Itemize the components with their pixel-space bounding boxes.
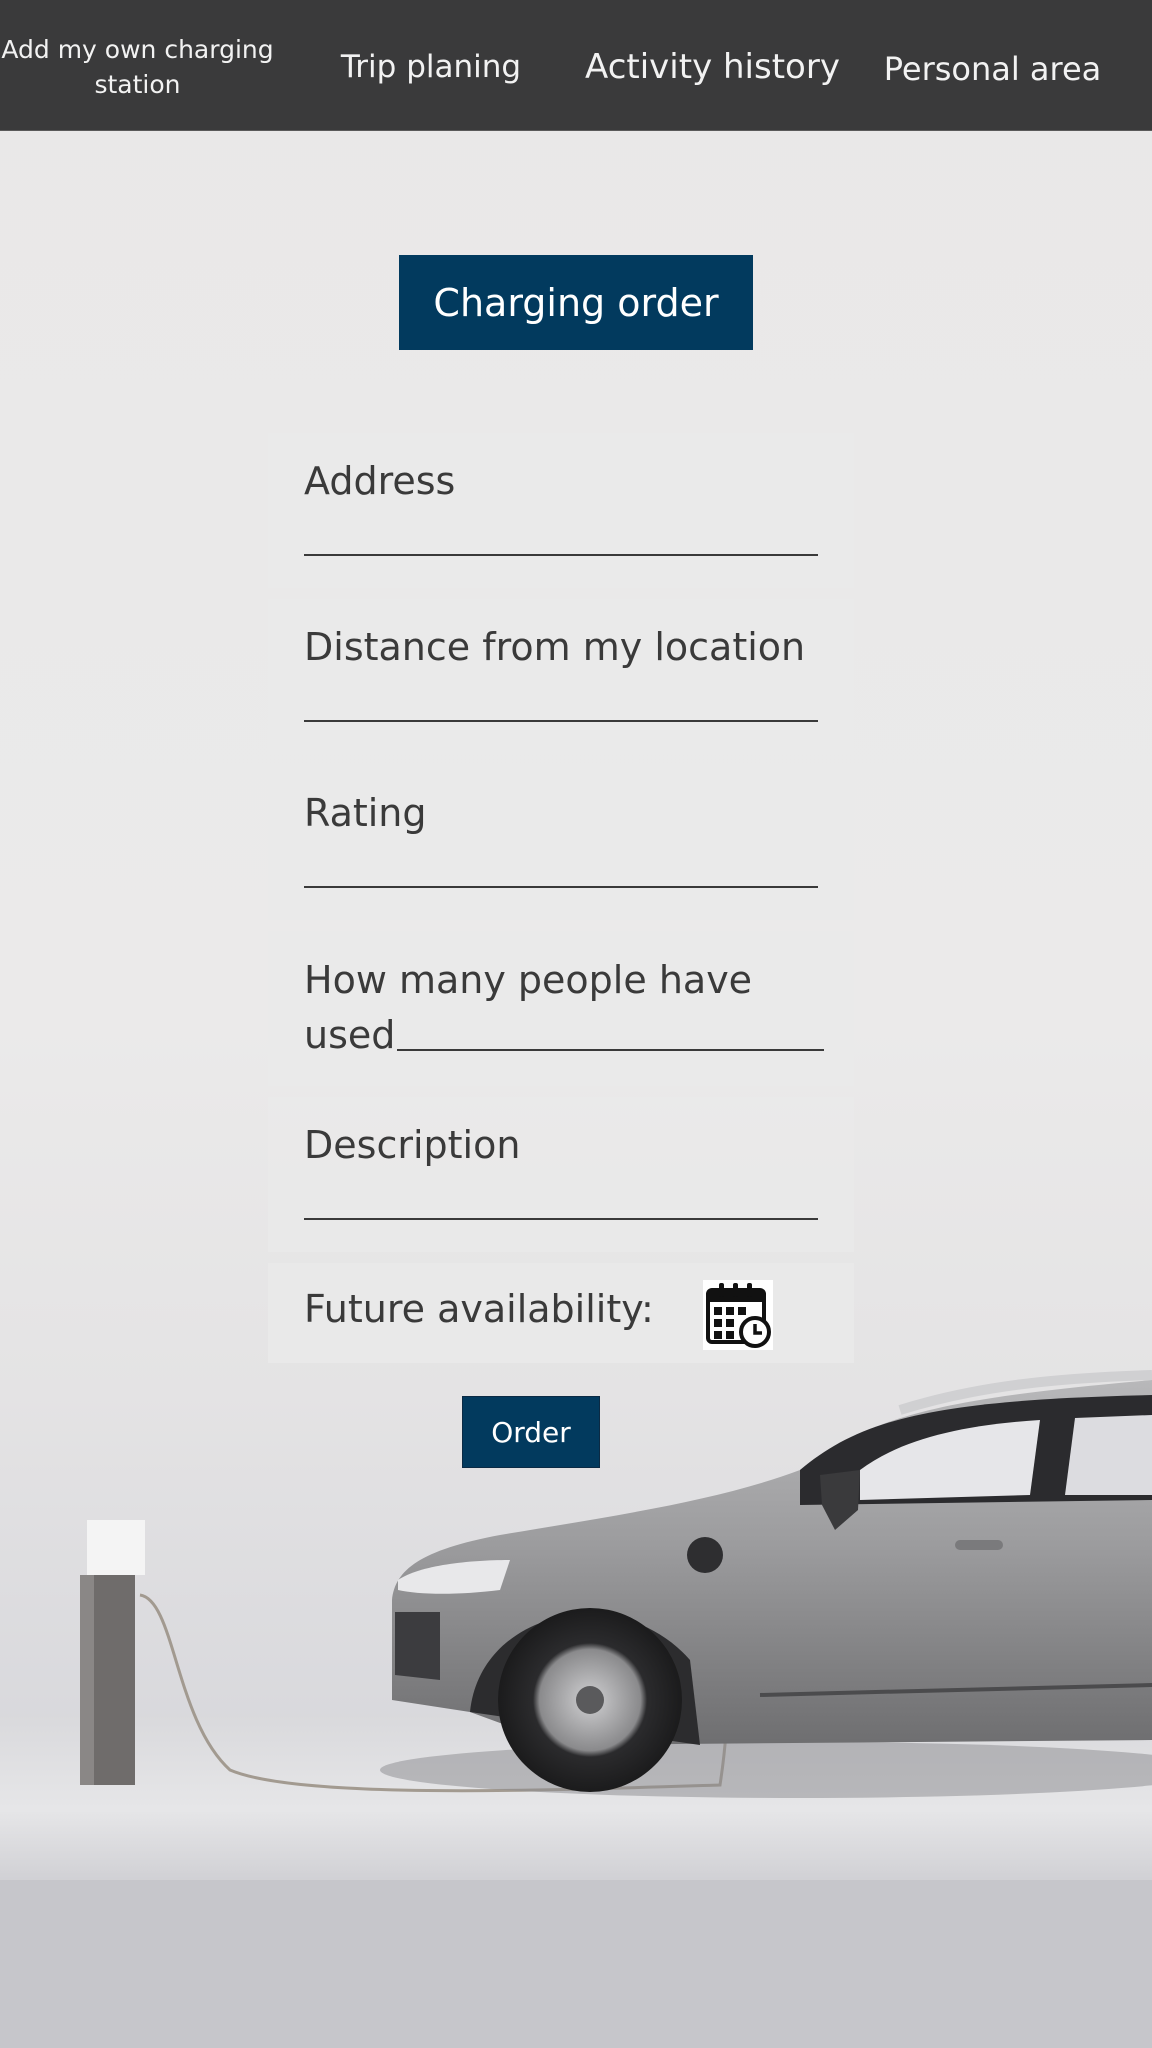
calendar-clock-icon[interactable] [703,1280,773,1350]
rating-input-line[interactable] [304,886,818,888]
rating-label: Rating [304,791,427,835]
distance-label: Distance from my location [304,625,806,669]
people-used-label-block: How many people have used [304,953,824,1063]
nav-add-charging-station-label-line1: Add my own charging [1,35,274,64]
people-used-input-line[interactable] [397,1049,824,1051]
distance-input-line[interactable] [304,720,818,722]
address-field[interactable]: Address [268,433,854,588]
future-availability-label: Future availability: [304,1287,654,1331]
charging-order-title-button[interactable]: Charging order [399,255,753,350]
nav-add-charging-station-label-line2: station [94,70,181,99]
future-availability-field: Future availability: [268,1263,854,1363]
nav-trip-planning[interactable]: Trip planing [300,0,562,132]
address-label: Address [304,459,456,503]
top-nav-bar: Add my own charging station Trip planing… [0,0,1152,131]
rating-field[interactable]: Rating [268,765,854,920]
address-input-line[interactable] [304,554,818,556]
nav-personal-area-label: Personal area [883,50,1102,88]
description-field[interactable]: Description [268,1097,854,1252]
people-used-label-line2: used [304,1013,396,1057]
people-used-field[interactable]: How many people have used [268,931,854,1086]
distance-field[interactable]: Distance from my location [268,599,854,754]
nav-trip-planning-label: Trip planing [340,49,522,85]
nav-personal-area[interactable]: Personal area [870,0,1115,134]
order-button[interactable]: Order [462,1396,600,1468]
nav-add-charging-station[interactable]: Add my own charging station [0,0,275,132]
people-used-label-line1: How many people have [304,958,753,1002]
nav-activity-history[interactable]: Activity history [570,0,855,132]
people-used-label-line2-row: used [304,1008,824,1063]
nav-activity-history-label: Activity history [585,47,840,87]
description-label: Description [304,1123,521,1167]
description-input-line[interactable] [304,1218,818,1220]
